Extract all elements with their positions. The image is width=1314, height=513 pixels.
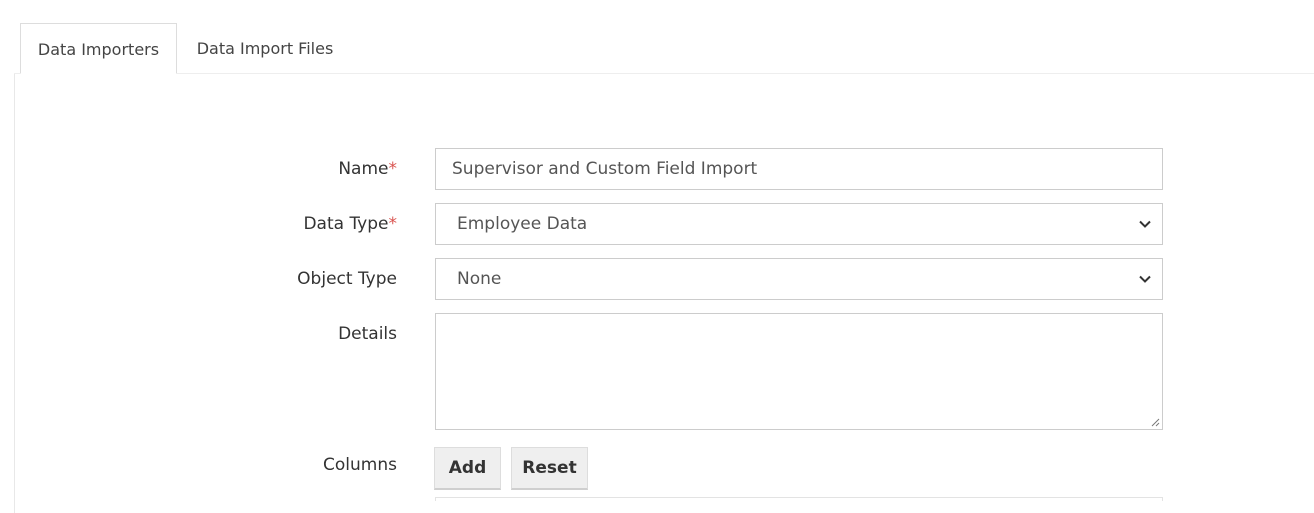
- reset-columns-button[interactable]: Reset: [511, 447, 588, 490]
- resize-grip-icon[interactable]: [1150, 417, 1160, 427]
- required-marker: *: [388, 214, 398, 234]
- reset-columns-button-label: Reset: [522, 458, 577, 478]
- object-type-select[interactable]: None: [435, 258, 1163, 300]
- details-textarea[interactable]: [435, 313, 1163, 430]
- columns-grid: [435, 497, 1163, 501]
- chevron-down-icon: [1139, 275, 1151, 283]
- name-label: Name*: [338, 159, 397, 179]
- columns-label: Columns: [323, 455, 397, 475]
- tab-data-importers-label: Data Importers: [37, 40, 160, 59]
- add-column-button-label: Add: [448, 458, 487, 478]
- tab-divider: [14, 73, 1314, 74]
- tab-data-import-files-label: Data Import Files: [196, 39, 334, 58]
- add-column-button[interactable]: Add: [434, 447, 501, 490]
- tab-data-import-files[interactable]: Data Import Files: [184, 23, 346, 74]
- details-label: Details: [338, 324, 397, 344]
- name-input[interactable]: [435, 148, 1163, 190]
- object-type-label: Object Type: [297, 269, 397, 289]
- tab-bar: Data Importers Data Import Files: [0, 0, 1314, 74]
- chevron-down-icon: [1139, 220, 1151, 228]
- data-type-label: Data Type*: [303, 214, 397, 234]
- data-type-selected-value: Employee Data: [457, 214, 588, 234]
- data-type-select[interactable]: Employee Data: [435, 203, 1163, 245]
- tab-data-importers[interactable]: Data Importers: [20, 23, 177, 74]
- object-type-selected-value: None: [457, 269, 502, 289]
- required-marker: *: [388, 159, 398, 179]
